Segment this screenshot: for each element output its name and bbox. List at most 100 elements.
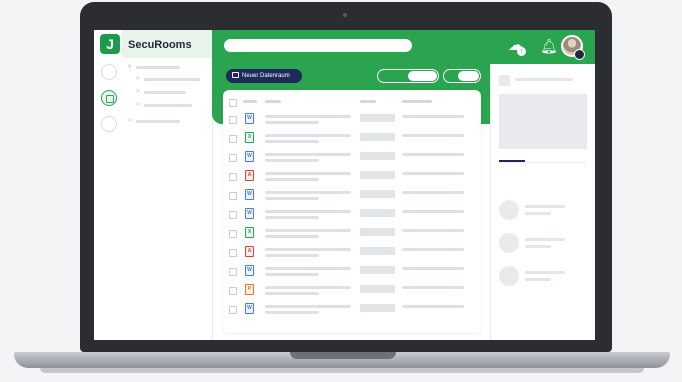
table-row[interactable]: A	[223, 244, 481, 263]
table-row[interactable]: A	[223, 168, 481, 187]
file-name-placeholder	[265, 153, 351, 156]
select-all-checkbox[interactable]	[229, 99, 237, 107]
activity-line	[525, 278, 551, 281]
row-checkbox[interactable]	[229, 230, 237, 238]
date-placeholder	[402, 305, 464, 308]
detail-panel	[490, 64, 595, 340]
file-size-placeholder	[360, 133, 395, 141]
activity-line	[525, 238, 565, 241]
excel-file-icon: X	[245, 227, 254, 238]
row-checkbox[interactable]	[229, 154, 237, 162]
table-row[interactable]: W	[223, 111, 481, 130]
row-checkbox[interactable]	[229, 211, 237, 219]
filter-toggle[interactable]	[443, 69, 481, 83]
file-size-placeholder	[360, 228, 395, 236]
chevron-right-icon[interactable]: >	[136, 76, 140, 82]
icon-rail: J	[94, 30, 123, 340]
file-name-placeholder	[265, 191, 351, 194]
row-checkbox[interactable]	[229, 135, 237, 143]
chevron-right-icon[interactable]: >	[136, 89, 140, 95]
row-checkbox[interactable]	[229, 249, 237, 257]
table-row[interactable]: W	[223, 149, 481, 168]
file-size-placeholder	[360, 247, 395, 255]
row-checkbox[interactable]	[229, 268, 237, 276]
date-placeholder	[402, 172, 464, 175]
row-checkbox[interactable]	[229, 116, 237, 124]
app-title: SecuRooms	[128, 39, 192, 51]
chevron-right-icon[interactable]: >	[136, 102, 140, 108]
file-name-placeholder	[265, 210, 351, 213]
excel-file-icon: X	[245, 132, 254, 143]
avatar-badge	[574, 49, 585, 60]
top-bar: ☁ ↑ 🔔︎	[212, 30, 595, 64]
table-row[interactable]: W	[223, 187, 481, 206]
app-screen: J SecuRooms v > > > > ☁ ↑ 🔔︎ Neuer Daten…	[94, 30, 595, 340]
chevron-right-icon[interactable]: >	[128, 118, 132, 124]
file-name-placeholder	[265, 267, 351, 270]
table-row[interactable]: X	[223, 130, 481, 149]
column-header[interactable]	[243, 100, 257, 103]
row-checkbox[interactable]	[229, 306, 237, 314]
word-file-icon: W	[245, 265, 254, 276]
pdf-file-icon: A	[245, 170, 254, 181]
word-file-icon: W	[245, 303, 254, 314]
table-row[interactable]: W	[223, 206, 481, 225]
column-header[interactable]	[402, 100, 432, 103]
file-meta-placeholder	[265, 254, 319, 257]
nav-sidebar: SecuRooms v > > > >	[122, 30, 213, 340]
file-size-placeholder	[360, 171, 395, 179]
date-placeholder	[402, 267, 464, 270]
pdf-file-icon: A	[245, 246, 254, 257]
word-file-icon: W	[245, 151, 254, 162]
activity-line	[525, 205, 565, 208]
divider	[499, 162, 587, 163]
file-meta-placeholder	[265, 311, 319, 314]
table-row[interactable]: W	[223, 301, 481, 320]
rail-circle-icon[interactable]	[101, 64, 117, 80]
file-table: WXWAWWXAWPW	[223, 90, 481, 333]
nav-subitem-placeholder[interactable]	[144, 78, 200, 81]
nav-subitem-placeholder[interactable]	[144, 91, 186, 94]
new-dataroom-button[interactable]: Neuer Datenraum	[226, 69, 302, 83]
date-placeholder	[402, 115, 464, 118]
column-header[interactable]	[265, 100, 281, 103]
date-placeholder	[402, 153, 464, 156]
row-checkbox[interactable]	[229, 173, 237, 181]
securooms-logo-icon[interactable]: J	[100, 34, 120, 54]
activity-line	[525, 245, 551, 248]
dataroom-icon[interactable]	[101, 90, 117, 106]
file-size-placeholder	[360, 190, 395, 198]
word-file-icon: W	[245, 208, 254, 219]
laptop-notch	[290, 352, 396, 359]
date-placeholder	[402, 210, 464, 213]
activity-line	[525, 212, 551, 215]
nav-item-placeholder[interactable]	[136, 66, 180, 69]
file-name-placeholder	[265, 172, 351, 175]
file-name-placeholder	[265, 305, 351, 308]
bell-icon[interactable]: 🔔︎	[540, 39, 558, 53]
new-dataroom-label: Neuer Datenraum	[242, 73, 290, 79]
activity-avatar	[499, 266, 519, 286]
file-size-placeholder	[360, 285, 395, 293]
file-meta-placeholder	[265, 235, 319, 238]
table-row[interactable]: W	[223, 263, 481, 282]
date-placeholder	[402, 229, 464, 232]
row-checkbox[interactable]	[229, 192, 237, 200]
rail-circle-icon[interactable]	[101, 116, 117, 132]
table-row[interactable]: P	[223, 282, 481, 301]
nav-item-placeholder[interactable]	[136, 120, 180, 123]
file-meta-placeholder	[265, 292, 319, 295]
date-placeholder	[402, 134, 464, 137]
view-toggle[interactable]	[377, 69, 439, 83]
word-file-icon: W	[245, 189, 254, 200]
chevron-down-icon[interactable]: v	[128, 64, 131, 70]
file-size-placeholder	[360, 114, 395, 122]
row-checkbox[interactable]	[229, 287, 237, 295]
file-name-placeholder	[265, 229, 351, 232]
activity-avatar	[499, 200, 519, 220]
search-input[interactable]	[224, 39, 412, 52]
webcam	[343, 13, 347, 17]
column-header[interactable]	[360, 100, 376, 103]
table-row[interactable]: X	[223, 225, 481, 244]
nav-subitem-placeholder[interactable]	[144, 104, 192, 107]
